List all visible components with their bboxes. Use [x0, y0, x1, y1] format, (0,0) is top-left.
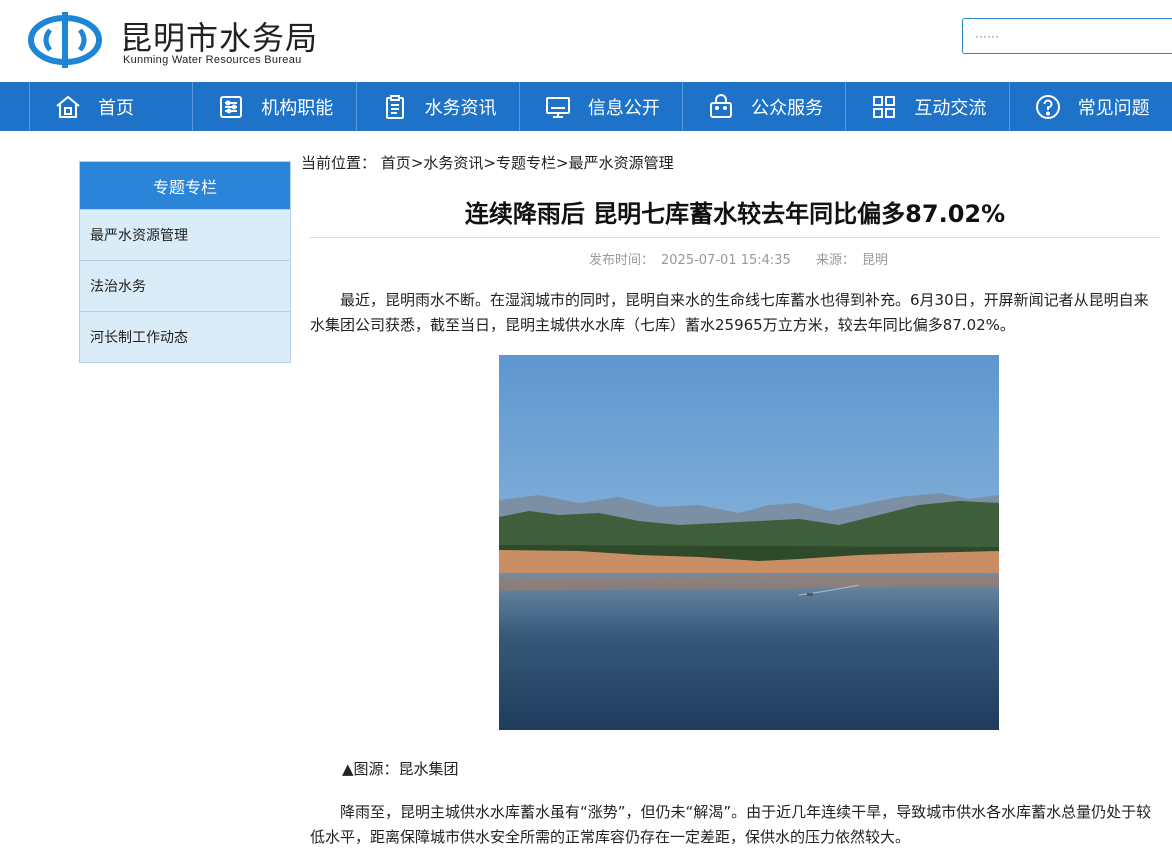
publish-label: 发布时间：: [589, 253, 655, 268]
sidebar: 专题专栏 最严水资源管理 法治水务 河长制工作动态: [79, 161, 291, 363]
sidebar-item-rule-of-law[interactable]: 法治水务: [80, 260, 290, 311]
source-label: 来源：: [815, 253, 855, 268]
nav-label: 首页: [98, 97, 134, 119]
breadcrumb-separator: >: [410, 154, 424, 172]
breadcrumb-current[interactable]: 最严水资源管理: [569, 154, 674, 172]
settings-sliders-icon: [220, 95, 243, 118]
nav-item-faq[interactable]: 常见问题: [1008, 82, 1172, 131]
title-divider: [310, 237, 1160, 238]
article-paragraph-1: 最近，昆明雨水不断。在湿润城市的同时，昆明自来水的生命线七库蓄水也得到补充。6月…: [310, 291, 1149, 334]
nav-item-interaction[interactable]: 互动交流: [845, 82, 1008, 131]
breadcrumb-prefix: 当前位置：: [301, 154, 377, 172]
nav-label: 水务资讯: [424, 97, 497, 119]
site-header: 昆明市水务局 Kunming Water Resources Bureau: [0, 0, 1172, 82]
bag-icon: [710, 93, 733, 118]
publish-time: 2025-07-01 15:4:35: [661, 253, 791, 268]
nav-label: 公众服务: [751, 97, 824, 119]
breadcrumb-separator: >: [556, 154, 569, 172]
reservoir-photo: [499, 355, 999, 730]
breadcrumb-home[interactable]: 首页: [381, 154, 411, 172]
image-caption: ▲图源：昆水集团: [342, 760, 459, 778]
sidebar-item-river-chief[interactable]: 河长制工作动态: [80, 311, 290, 362]
source-value: 昆明: [861, 253, 888, 268]
grid-icon: [873, 95, 896, 118]
nav-label: 机构职能: [261, 97, 334, 119]
nav-item-public-service[interactable]: 公众服务: [682, 82, 845, 131]
nav-label: 信息公开: [587, 97, 660, 119]
monitor-icon: [545, 96, 570, 118]
site-title[interactable]: 昆明市水务局: [120, 13, 318, 59]
search-input[interactable]: [962, 18, 1172, 54]
nav-item-news[interactable]: 水务资讯: [355, 82, 519, 131]
bureau-logo-icon[interactable]: [28, 10, 102, 70]
sidebar-heading: 专题专栏: [80, 162, 290, 209]
article-meta: 发布时间： 2025-07-01 15:4:35 来源： 昆明: [310, 249, 1160, 268]
main-nav: 首页 机构职能 水务资讯 信息公开 公众服务 互动交流 常见问题: [0, 82, 1172, 131]
breadcrumb-separator: >: [483, 154, 496, 172]
home-icon: [56, 95, 80, 118]
breadcrumb: 当前位置： 首页>水务资讯>专题专栏>最严水资源管理: [301, 152, 674, 173]
clipboard-icon: [385, 94, 404, 119]
nav-item-disclosure[interactable]: 信息公开: [518, 82, 682, 131]
site-subtitle: Kunming Water Resources Bureau: [123, 54, 302, 66]
breadcrumb-news[interactable]: 水务资讯: [423, 154, 483, 172]
nav-label: 常见问题: [1077, 97, 1150, 119]
breadcrumb-special[interactable]: 专题专栏: [496, 154, 556, 172]
nav-item-home[interactable]: 首页: [29, 82, 192, 131]
article-title: 连续降雨后 昆明七库蓄水较去年同比偏多87.02%: [464, 200, 1006, 228]
nav-label: 互动交流: [914, 97, 987, 119]
nav-item-organization[interactable]: 机构职能: [192, 82, 355, 131]
article-paragraph-2: 降雨至，昆明主城供水水库蓄水虽有“涨势”，但仍未“解渴”。由于近几年连续干旱，导…: [310, 803, 1152, 846]
question-icon: [1035, 94, 1060, 119]
sidebar-item-water-management[interactable]: 最严水资源管理: [80, 209, 290, 260]
